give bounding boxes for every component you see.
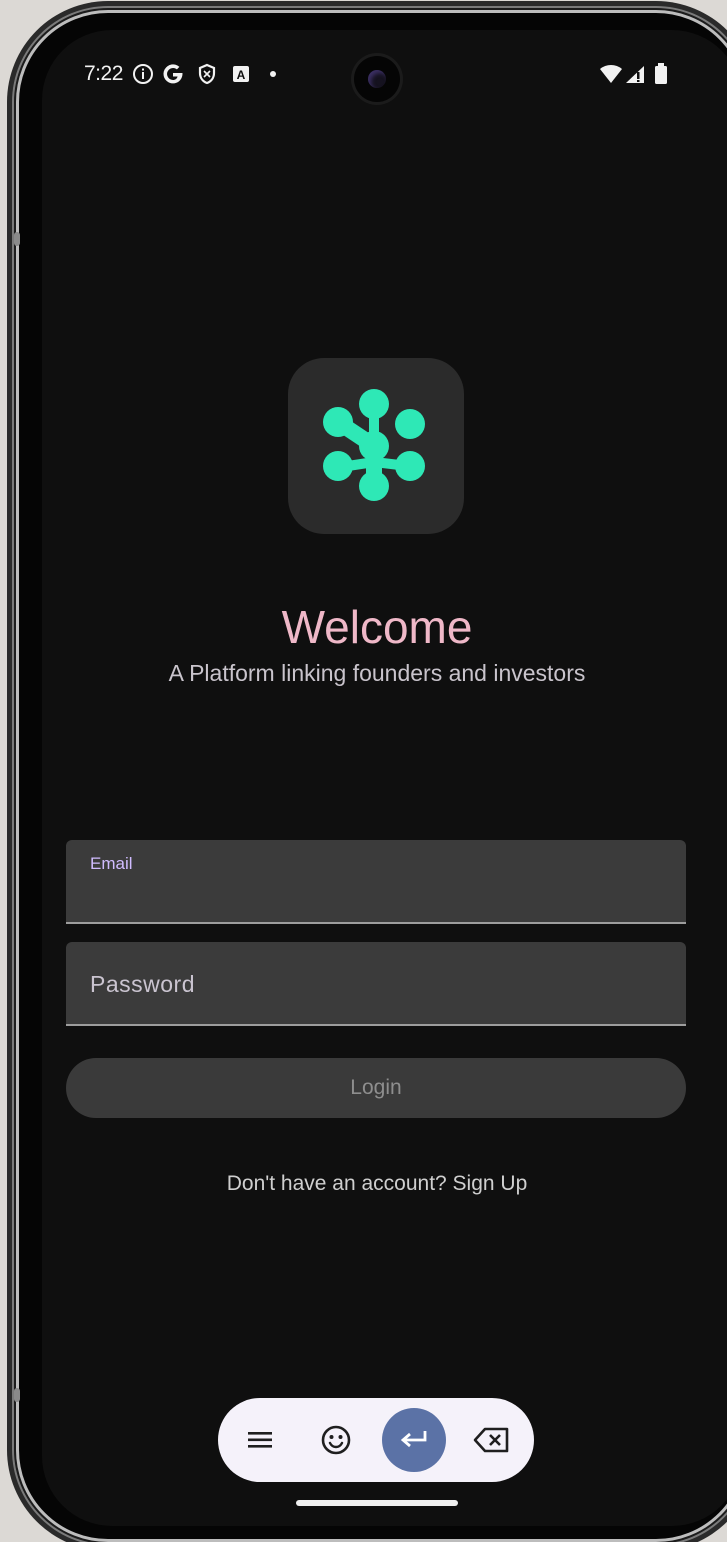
app-logo [288,358,464,534]
keyboard-toolbar [218,1398,534,1482]
translate-icon: A [228,61,254,87]
molecule-logo-icon [323,389,425,501]
info-icon [130,61,156,87]
password-field[interactable]: Password [66,942,686,1026]
signal-icon [622,61,648,87]
email-label: Email [90,854,133,873]
welcome-subtitle: A Platform linking founders and investor… [168,660,586,686]
svg-text:A: A [237,68,246,82]
email-input[interactable] [90,882,660,912]
password-label: Password [90,971,195,997]
enter-icon[interactable] [382,1408,446,1472]
signup-link[interactable]: Don't have an account? Sign Up [42,1172,712,1196]
battery-icon [648,61,674,87]
side-button [14,232,20,246]
app-screen: 7:22 A Welcome A Platform linking founde… [42,30,727,1526]
google-icon [160,61,186,87]
backspace-icon[interactable] [460,1408,524,1472]
wifi-icon [598,61,624,87]
welcome-title: Welcome [281,601,473,653]
emoji-icon[interactable] [304,1408,368,1472]
front-camera [354,56,400,102]
status-time: 7:22 [84,62,123,85]
shield-icon [194,61,220,87]
dot-icon [260,61,286,87]
email-field[interactable]: Email [66,840,686,924]
home-indicator[interactable] [296,1500,458,1506]
login-button[interactable]: Login [66,1058,686,1118]
menu-icon[interactable] [228,1408,292,1472]
side-button [14,1388,20,1402]
